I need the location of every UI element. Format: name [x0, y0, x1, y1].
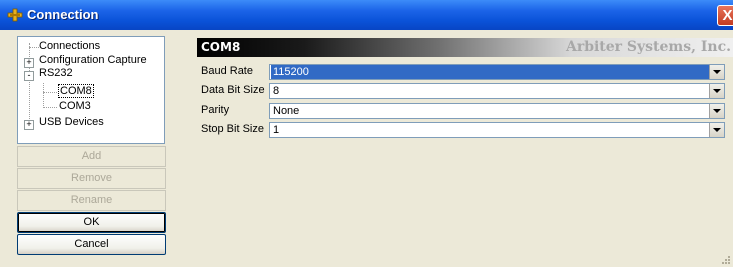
parity-select[interactable]: None	[269, 103, 725, 119]
tree-line	[43, 92, 57, 93]
brand-label: Arbiter Systems, Inc.	[565, 39, 731, 55]
tree-item-configuration-capture[interactable]: Configuration Capture	[39, 54, 147, 66]
tree-line	[29, 43, 30, 125]
ok-button[interactable]: OK	[17, 212, 166, 233]
chevron-down-icon[interactable]	[709, 123, 724, 137]
remove-button[interactable]: Remove	[17, 168, 166, 189]
parity-label: Parity	[201, 104, 230, 116]
tree-item-label: COM8	[58, 84, 94, 98]
window-title: Connection	[27, 7, 99, 22]
connection-tree[interactable]: Connections + Configuration Capture - RS…	[17, 36, 165, 144]
tree-line	[43, 107, 57, 108]
baud-rate-select[interactable]: 115200	[269, 64, 725, 80]
chevron-down-icon[interactable]	[709, 84, 724, 98]
add-button[interactable]: Add	[17, 146, 166, 167]
tree-line	[29, 47, 39, 48]
tree-item-label: Connections	[39, 40, 101, 52]
tree-item-usb-devices[interactable]: USB Devices	[39, 116, 104, 128]
data-bit-size-select[interactable]: 8	[269, 83, 725, 99]
data-bit-size-label: Data Bit Size	[201, 84, 265, 96]
stop-bit-size-label: Stop Bit Size	[201, 123, 264, 135]
title-bar[interactable]: Connection X	[0, 0, 733, 30]
tree-item-com3[interactable]: COM3	[59, 100, 91, 112]
close-button[interactable]: X	[717, 5, 733, 26]
tree-item-com8[interactable]: COM8	[58, 84, 94, 98]
tree-item-rs232[interactable]: RS232	[39, 67, 73, 79]
port-title: COM8	[201, 40, 241, 54]
connection-plug-icon	[7, 8, 23, 22]
baud-rate-label: Baud Rate	[201, 65, 253, 77]
tree-item-label: COM3	[59, 100, 91, 112]
resize-grip-icon[interactable]	[720, 254, 731, 265]
rename-button[interactable]: Rename	[17, 190, 166, 211]
chevron-down-icon[interactable]	[709, 65, 724, 79]
data-bit-size-value: 8	[273, 85, 280, 97]
tree-line	[43, 83, 44, 108]
tree-item-label: USB Devices	[39, 116, 104, 128]
stop-bit-size-select[interactable]: 1	[269, 122, 725, 138]
cancel-button[interactable]: Cancel	[17, 234, 166, 255]
tree-item-label: Configuration Capture	[39, 54, 147, 66]
chevron-down-icon[interactable]	[709, 104, 724, 118]
stop-bit-size-value: 1	[273, 124, 280, 136]
collapse-icon[interactable]: -	[24, 71, 34, 81]
tree-item-connections[interactable]: Connections	[39, 40, 100, 52]
baud-rate-value: 115200	[271, 65, 712, 79]
port-header: COM8 Arbiter Systems, Inc.	[197, 38, 733, 57]
parity-value: None	[273, 105, 300, 117]
expand-icon[interactable]: +	[24, 58, 34, 68]
connection-dialog: Connection X Connections + Configuration…	[0, 0, 733, 267]
expand-icon[interactable]: +	[24, 120, 34, 130]
tree-item-label: RS232	[39, 67, 73, 79]
